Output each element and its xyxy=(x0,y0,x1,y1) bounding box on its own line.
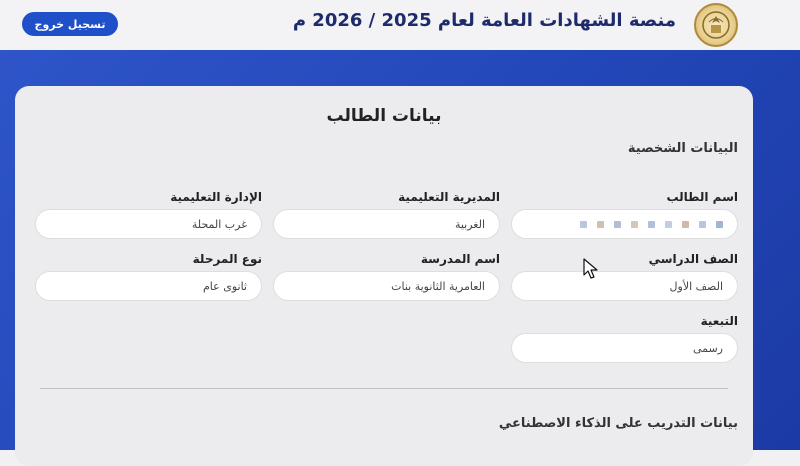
administration-field[interactable]: غرب المحلة xyxy=(35,209,262,239)
section-divider xyxy=(40,388,728,389)
card-title: بيانات الطالب xyxy=(326,106,442,126)
student-name-redacted xyxy=(580,220,723,228)
ministry-emblem-icon xyxy=(694,3,738,47)
stage-type-label: نوع المرحلة xyxy=(192,252,262,266)
student-data-card: بيانات الطالب البيانات الشخصية اسم الطال… xyxy=(15,86,753,466)
administration-label: الإدارة التعليمية xyxy=(170,190,262,204)
school-field[interactable]: العامرية الثانوية بنات xyxy=(273,271,500,301)
stage-type-field[interactable]: ثانوى عام xyxy=(35,271,262,301)
page-title: منصة الشهادات العامة لعام 2025 / 2026 م xyxy=(292,10,676,31)
grade-field[interactable]: الصف الأول xyxy=(511,271,738,301)
top-bar: منصة الشهادات العامة لعام 2025 / 2026 م … xyxy=(0,0,800,50)
grade-label: الصف الدراسي xyxy=(648,252,738,266)
student-name-field[interactable] xyxy=(511,209,738,239)
training-section-title: بيانات التدريب على الذكاء الاصطناعي xyxy=(498,416,738,431)
directorate-field[interactable]: الغربية xyxy=(273,209,500,239)
mouse-cursor-icon xyxy=(583,258,598,279)
directorate-label: المديرية التعليمية xyxy=(398,190,500,204)
logout-button[interactable]: تسجيل خروج xyxy=(22,12,118,36)
student-name-label: اسم الطالب xyxy=(666,190,738,204)
personal-section-title: البيانات الشخصية xyxy=(627,141,738,156)
school-label: اسم المدرسة xyxy=(420,252,500,266)
affiliation-field[interactable]: رسمى xyxy=(511,333,738,363)
affiliation-label: التبعية xyxy=(700,314,738,328)
